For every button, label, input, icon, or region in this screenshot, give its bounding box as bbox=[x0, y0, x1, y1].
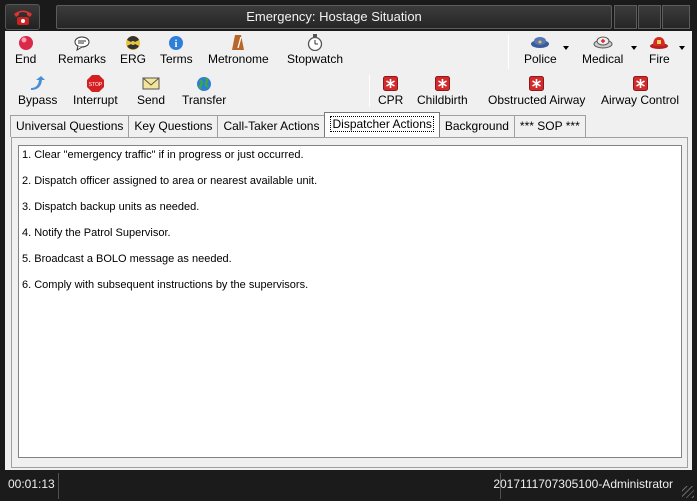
toolbar-separator bbox=[369, 75, 370, 107]
hazard-icon bbox=[125, 34, 141, 51]
bypass-button[interactable]: Bypass bbox=[18, 75, 57, 107]
title-bar: Emergency: Hostage Situation bbox=[0, 0, 697, 31]
tab-strip: Universal Questions Key Questions Call-T… bbox=[10, 112, 586, 137]
medical-cross-icon bbox=[434, 75, 450, 92]
speech-bubble-icon bbox=[73, 34, 91, 51]
obstructed-airway-button[interactable]: Obstructed Airway bbox=[488, 75, 585, 107]
transfer-button[interactable]: Transfer bbox=[182, 75, 226, 107]
globe-icon bbox=[196, 75, 212, 92]
stopwatch-icon bbox=[307, 34, 323, 51]
medical-cross-icon bbox=[632, 75, 648, 92]
tab-content-pane: 1. Clear "emergency traffic" if in progr… bbox=[11, 137, 688, 468]
end-button[interactable]: End bbox=[15, 34, 36, 66]
svg-text:i: i bbox=[175, 39, 178, 50]
main-panel: End Remarks ERG i Terms Metronome Stopwa… bbox=[5, 31, 692, 470]
medical-dropdown-icon[interactable] bbox=[631, 46, 637, 50]
instructions-list[interactable]: 1. Clear "emergency traffic" if in progr… bbox=[18, 145, 682, 458]
remarks-button[interactable]: Remarks bbox=[58, 34, 106, 66]
list-item: 2. Dispatch officer assigned to area or … bbox=[22, 175, 318, 187]
phone-icon[interactable] bbox=[5, 4, 40, 30]
police-button[interactable]: Police bbox=[524, 34, 557, 66]
tab-sop[interactable]: *** SOP *** bbox=[513, 115, 586, 137]
fire-button[interactable]: Fire bbox=[649, 34, 670, 66]
tab-dispatcher-actions-label: Dispatcher Actions bbox=[330, 116, 434, 132]
terms-button[interactable]: i Terms bbox=[160, 34, 193, 66]
list-item: 4. Notify the Patrol Supervisor. bbox=[22, 227, 171, 239]
close-button[interactable] bbox=[662, 5, 690, 29]
red-ball-icon bbox=[18, 34, 34, 51]
bypass-arrow-icon bbox=[29, 75, 47, 92]
svg-text:STOP: STOP bbox=[89, 82, 103, 88]
erg-button[interactable]: ERG bbox=[120, 34, 146, 66]
elapsed-timer: 00:01:13 bbox=[8, 477, 55, 491]
window-title: Emergency: Hostage Situation bbox=[56, 5, 612, 29]
medical-cross-icon bbox=[529, 75, 545, 92]
police-dropdown-icon[interactable] bbox=[563, 46, 569, 50]
list-item: 6. Comply with subsequent instructions b… bbox=[22, 279, 309, 291]
tab-key-questions[interactable]: Key Questions bbox=[128, 115, 219, 137]
fire-dropdown-icon[interactable] bbox=[679, 46, 685, 50]
stop-sign-icon: STOP bbox=[86, 75, 104, 92]
send-button[interactable]: Send bbox=[137, 75, 165, 107]
medical-button[interactable]: Medical bbox=[582, 34, 623, 66]
police-cap-icon bbox=[530, 34, 550, 51]
list-item: 3. Dispatch backup units as needed. bbox=[22, 201, 200, 213]
stopwatch-button[interactable]: Stopwatch bbox=[287, 34, 343, 66]
status-bar: 00:01:13 2017111707305100-Administrator bbox=[0, 471, 697, 501]
metronome-button[interactable]: Metronome bbox=[208, 34, 269, 66]
info-icon: i bbox=[168, 34, 184, 51]
fire-helmet-icon bbox=[649, 34, 669, 51]
medical-cross-icon bbox=[383, 75, 399, 92]
tab-universal-questions[interactable]: Universal Questions bbox=[10, 115, 130, 137]
metronome-icon bbox=[231, 34, 245, 51]
toolbar-separator bbox=[508, 35, 509, 69]
resize-grip-icon[interactable] bbox=[682, 486, 694, 498]
list-item: 1. Clear "emergency traffic" if in progr… bbox=[22, 149, 304, 161]
session-id: 2017111707305100-Administrator bbox=[493, 477, 673, 491]
tab-background[interactable]: Background bbox=[438, 115, 515, 137]
minimize-button[interactable] bbox=[614, 5, 637, 29]
tab-call-taker-actions[interactable]: Call-Taker Actions bbox=[217, 115, 326, 137]
maximize-button[interactable] bbox=[638, 5, 661, 29]
medical-cap-icon bbox=[593, 34, 613, 51]
airway-control-button[interactable]: Airway Control bbox=[601, 75, 679, 107]
tab-dispatcher-actions[interactable]: Dispatcher Actions bbox=[324, 112, 440, 137]
send-envelope-icon bbox=[142, 75, 160, 92]
status-separator bbox=[58, 473, 59, 499]
interrupt-button[interactable]: STOP Interrupt bbox=[73, 75, 118, 107]
cpr-button[interactable]: CPR bbox=[378, 75, 403, 107]
list-item: 5. Broadcast a BOLO message as needed. bbox=[22, 253, 232, 265]
childbirth-button[interactable]: Childbirth bbox=[417, 75, 468, 107]
